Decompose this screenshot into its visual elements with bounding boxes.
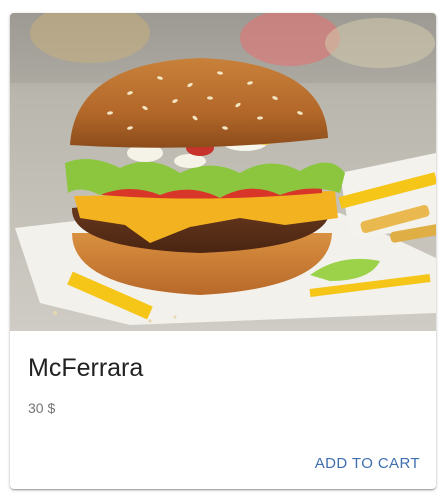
product-price: 30 $	[28, 400, 56, 416]
product-image	[10, 13, 436, 331]
burger-photo	[10, 13, 436, 331]
product-card: McFerrara 30 $ ADD TO CART	[10, 13, 436, 489]
product-title: McFerrara	[28, 354, 144, 382]
add-to-cart-button[interactable]: ADD TO CART	[307, 449, 428, 477]
